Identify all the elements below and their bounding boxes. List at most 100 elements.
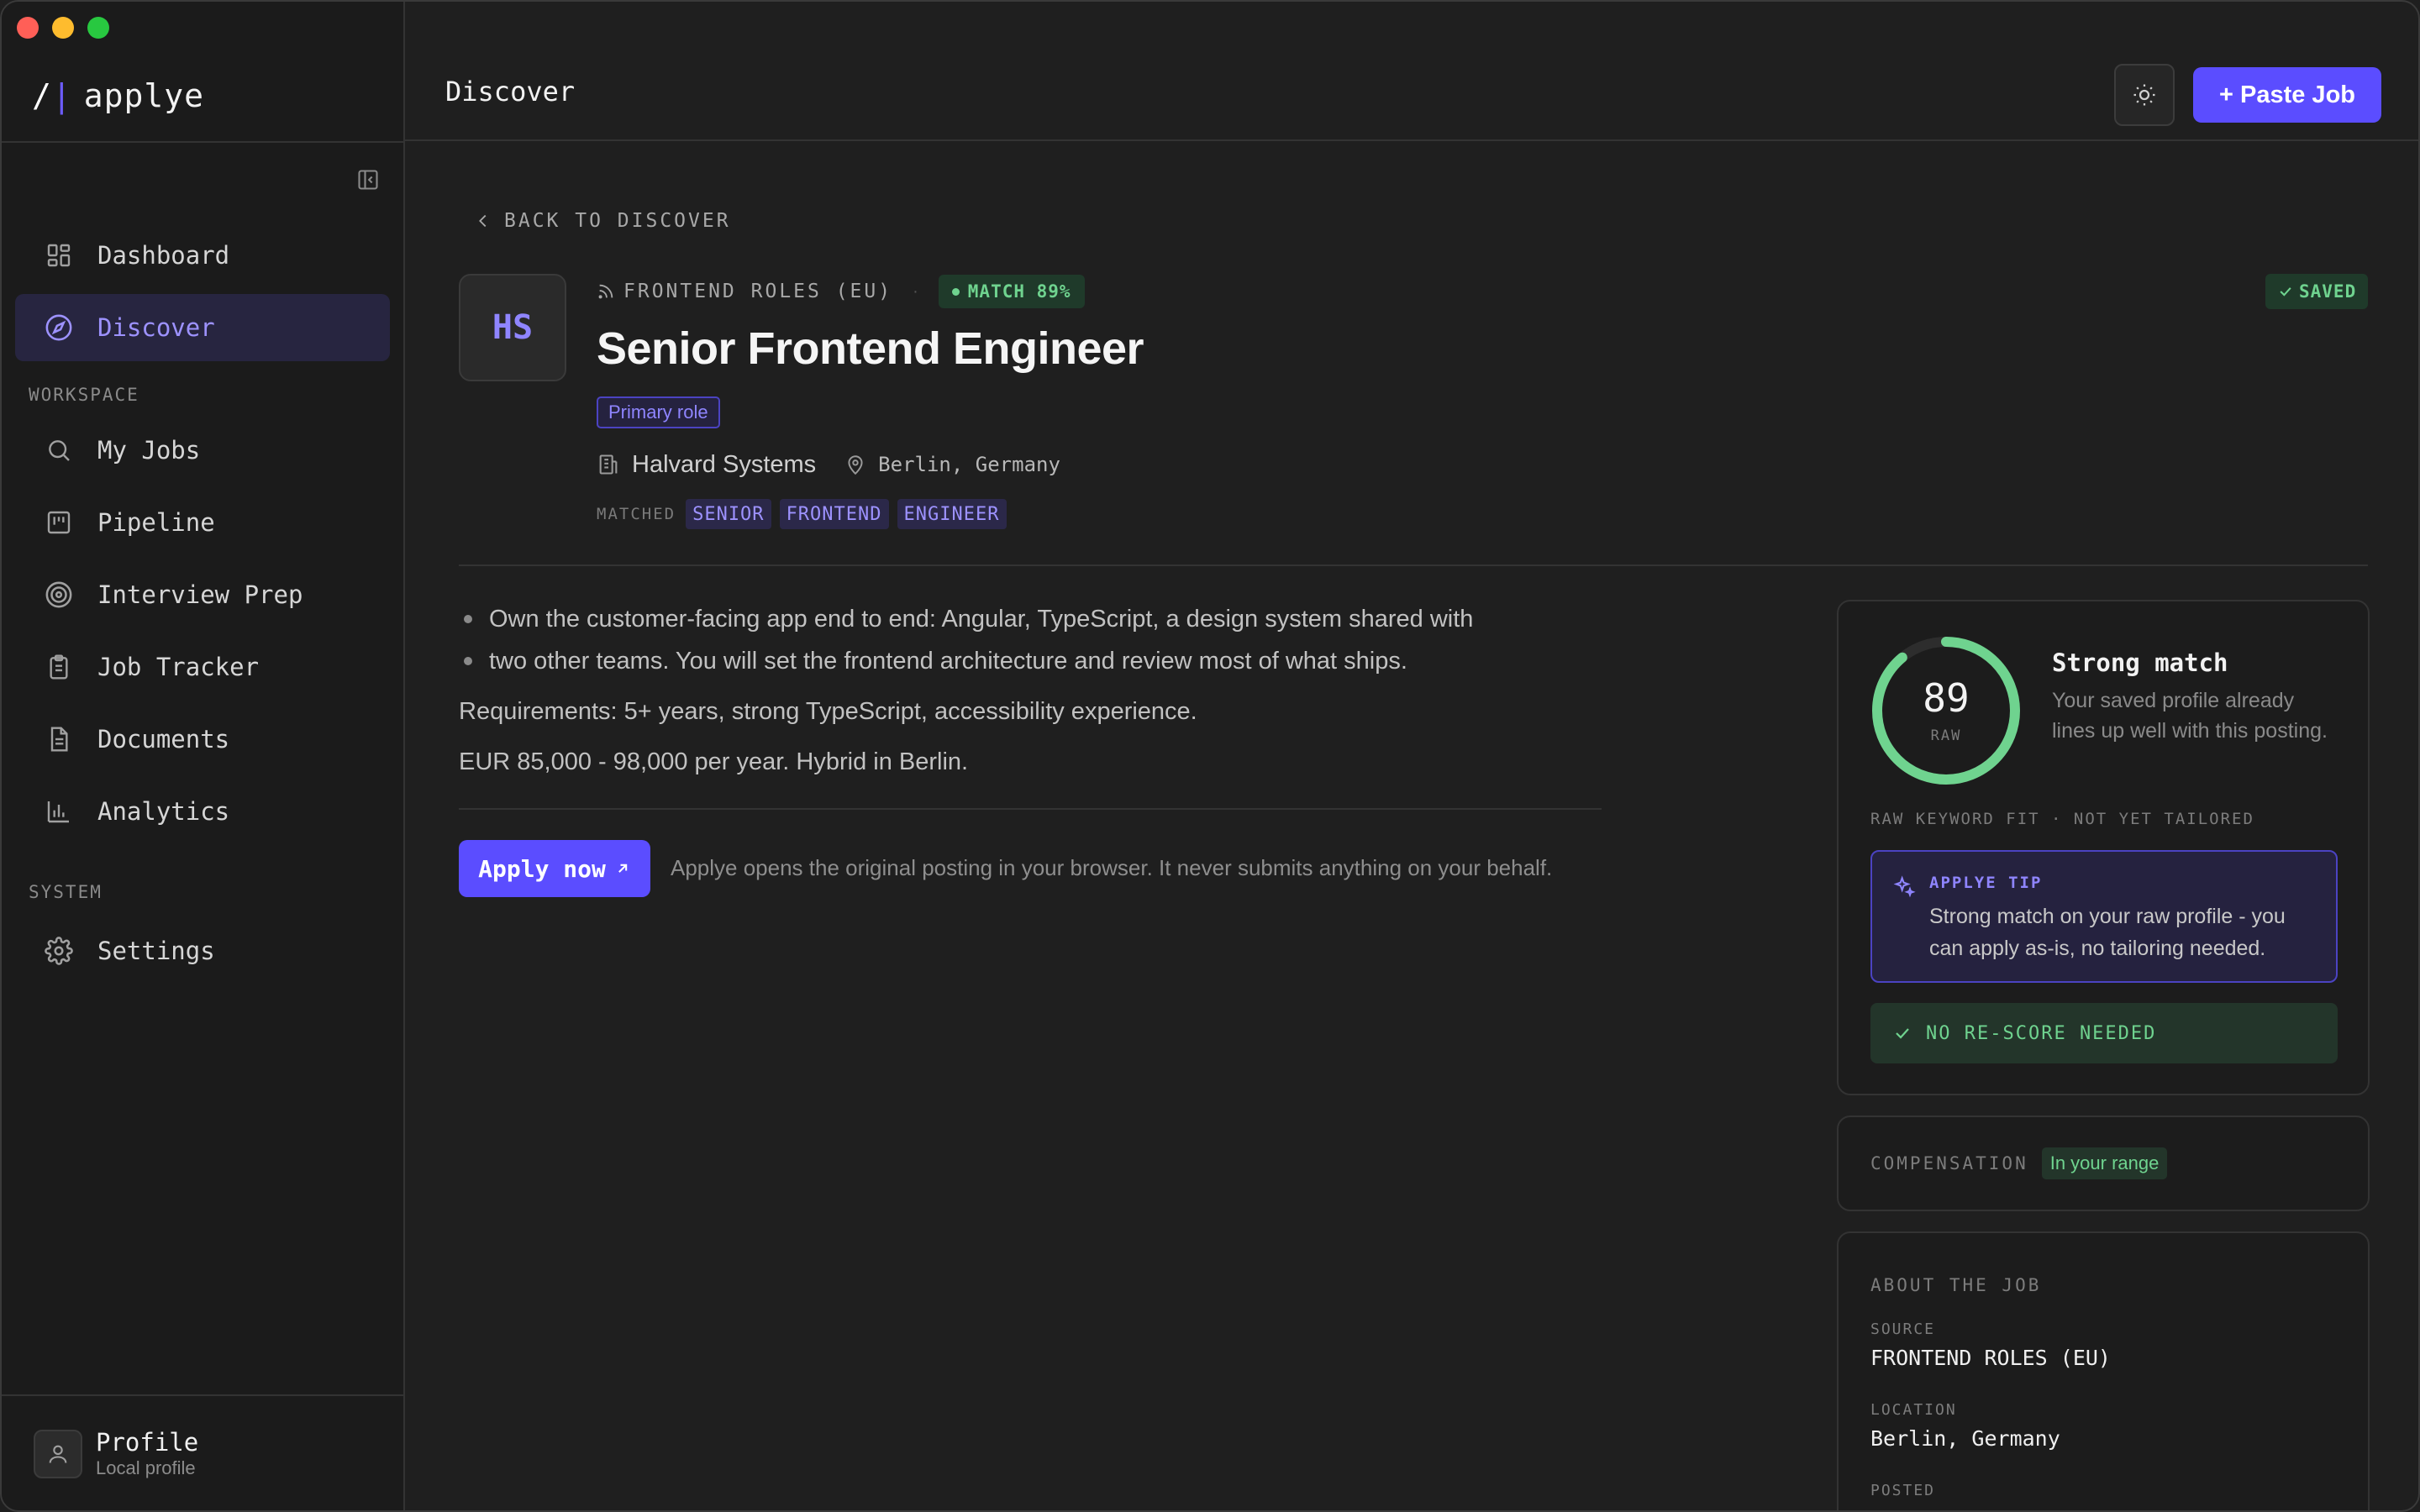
window-controls [17, 17, 109, 39]
sidebar-item-pipeline[interactable]: Pipeline [15, 489, 390, 556]
sidebar-item-label: Interview Prep [97, 580, 303, 609]
sidebar-item-my-jobs[interactable]: My Jobs [15, 417, 390, 484]
company-name[interactable]: Halvard Systems [632, 451, 816, 479]
sidebar-item-label: Job Tracker [97, 653, 260, 681]
sidebar-item-analytics[interactable]: Analytics [15, 778, 390, 845]
close-window-button[interactable] [17, 17, 39, 39]
brand-name: applye [83, 77, 205, 114]
zoom-window-button[interactable] [87, 17, 109, 39]
sidebar-item-label: Discover [97, 313, 215, 342]
compass-icon [44, 312, 74, 343]
divider [2, 1394, 405, 1396]
match-badge: MATCH 89% [938, 275, 1085, 308]
sidebar-item-job-tracker[interactable]: Job Tracker [15, 633, 390, 701]
back-link-label: BACK TO DISCOVER [504, 210, 731, 232]
page-title: Discover [445, 76, 576, 108]
profile-subtitle: Local profile [96, 1457, 196, 1478]
target-icon [44, 580, 74, 610]
description-bullet: two other teams. You will set the fronte… [459, 640, 1635, 682]
sidebar-item-label: Analytics [97, 797, 230, 826]
sidebar-item-dashboard[interactable]: Dashboard [15, 222, 390, 289]
company-row: Halvard Systems Berlin, Germany [597, 447, 1060, 482]
map-pin-icon [844, 454, 866, 475]
app-window: /| applye Dashboard Discover WORKSPACE M… [0, 0, 2420, 1512]
job-title: Senior Frontend Engineer [597, 323, 1144, 374]
about-title: ABOUT THE JOB [1870, 1275, 2042, 1295]
about-field-key: POSTED [1870, 1482, 1936, 1499]
match-description: Your saved profile already lines up well… [2052, 689, 2328, 743]
brand-logo[interactable]: /| applye [32, 76, 204, 116]
match-label: MATCH 89% [967, 281, 1071, 302]
about-field-value: FRONTEND ROLES (EU) [1870, 1346, 2111, 1370]
matched-label: MATCHED [597, 505, 676, 523]
saved-label: SAVED [2299, 281, 2357, 302]
keyword-chip: SENIOR [686, 499, 771, 529]
keyword-chip: ENGINEER [897, 499, 1007, 529]
keyword-chip: FRONTEND [779, 499, 889, 529]
check-icon [2277, 283, 2294, 300]
about-field-value: Berlin, Germany [1870, 1426, 2060, 1451]
profile-button[interactable]: Profile Local profile [34, 1428, 198, 1480]
source-label: FRONTEND ROLES (EU) [623, 281, 893, 302]
saved-badge[interactable]: SAVED [2265, 274, 2369, 309]
rss-icon [597, 282, 615, 301]
sidebar: /| applye Dashboard Discover WORKSPACE M… [2, 2, 405, 1510]
compensation-badge: In your range [2041, 1147, 2168, 1179]
status-dot-icon [951, 287, 960, 296]
divider [459, 808, 1602, 810]
back-to-discover-link[interactable]: BACK TO DISCOVER [474, 210, 731, 232]
fit-caption: RAW KEYWORD FIT · NOT YET TAILORED [1870, 810, 2254, 828]
sidebar-item-discover[interactable]: Discover [15, 294, 390, 361]
apply-note: Applye opens the original posting in you… [671, 855, 1553, 880]
section-label-workspace: WORKSPACE [29, 385, 139, 405]
brand-mark-slash: / [32, 77, 52, 114]
external-link-icon [614, 860, 631, 877]
tip-label: APPLYE TIP [1929, 874, 2043, 892]
collapse-sidebar-button[interactable] [355, 166, 381, 193]
sun-icon [2133, 84, 2155, 106]
match-headline: Strong match [2052, 648, 2228, 677]
primary-role-badge: Primary role [597, 396, 720, 428]
sidebar-item-label: Settings [97, 937, 215, 965]
about-field-key: LOCATION [1870, 1401, 1957, 1419]
job-location: Berlin, Germany [878, 453, 1060, 476]
chevron-left-icon [474, 212, 492, 230]
about-field-key: SOURCE [1870, 1320, 1936, 1338]
job-description: Own the customer-facing app end to end: … [459, 598, 1635, 783]
avatar [34, 1430, 82, 1478]
company-logo: HS [459, 274, 566, 381]
no-rescore-label: NO RE-SCORE NEEDED [1926, 1022, 2157, 1044]
minimize-window-button[interactable] [52, 17, 74, 39]
job-detail: BACK TO DISCOVER HS FRONTEND ROLES (EU) … [405, 143, 2418, 1510]
compensation-card: COMPENSATION In your range [1837, 1116, 2370, 1211]
no-rescore-status: NO RE-SCORE NEEDED [1870, 1003, 2338, 1063]
brand-mark-bar: | [51, 77, 72, 114]
description-bullet: Own the customer-facing app end to end: … [459, 598, 1635, 640]
sidebar-item-interview-prep[interactable]: Interview Prep [15, 561, 390, 628]
paste-job-button[interactable]: + Paste Job [2193, 67, 2381, 123]
requirements-text: Requirements: 5+ years, strong TypeScrip… [459, 698, 1197, 725]
apply-label: Apply now [478, 854, 606, 883]
check-icon [1892, 1023, 1912, 1043]
sidebar-item-documents[interactable]: Documents [15, 706, 390, 773]
user-icon [49, 1445, 67, 1463]
theme-toggle-button[interactable] [2114, 64, 2175, 126]
divider [459, 564, 2368, 566]
sidebar-item-label: My Jobs [97, 436, 201, 465]
match-score-card: 89 RAW Strong match Your saved profile a… [1837, 600, 2370, 1095]
compensation-text: EUR 85,000 - 98,000 per year. Hybrid in … [459, 748, 969, 775]
score-value: 89 [1923, 675, 1970, 721]
document-icon [44, 724, 74, 754]
sidebar-item-label: Dashboard [97, 241, 230, 270]
sidebar-item-settings[interactable]: Settings [15, 917, 390, 984]
bar-chart-icon [44, 796, 74, 827]
about-job-card: ABOUT THE JOB SOURCE FRONTEND ROLES (EU)… [1837, 1231, 2370, 1510]
tip-text: Strong match on your raw profile - you c… [1929, 905, 2286, 960]
brand-mark-icon: /| [32, 77, 72, 114]
apply-now-button[interactable]: Apply now [459, 840, 650, 897]
building-icon [597, 453, 620, 476]
search-icon [44, 435, 74, 465]
sidebar-item-label: Pipeline [97, 508, 215, 537]
clipboard-icon [44, 652, 74, 682]
separator: · [913, 281, 918, 301]
